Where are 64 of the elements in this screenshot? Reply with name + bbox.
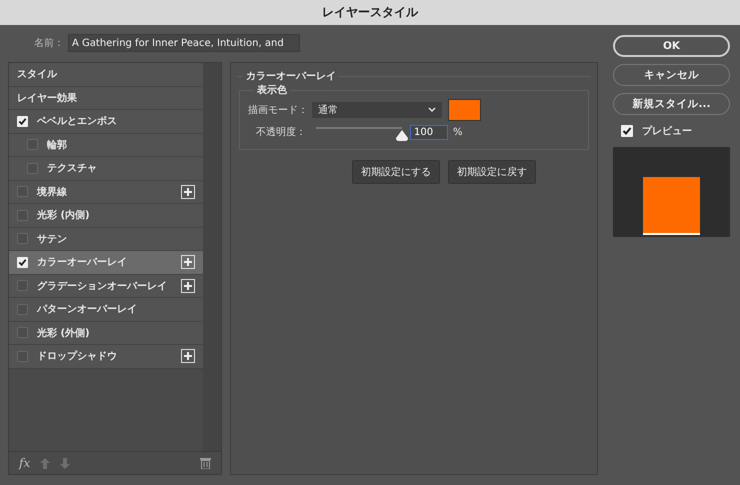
style-item[interactable]: 境界線 [9, 180, 203, 204]
checkbox[interactable] [17, 186, 28, 198]
style-item[interactable]: グラデーションオーバーレイ [9, 274, 203, 298]
checkbox[interactable] [27, 139, 38, 150]
arrow-up-icon[interactable] [40, 458, 50, 468]
style-label: レイヤー効果 [17, 92, 77, 105]
style-label: スタイル [17, 68, 57, 82]
checkbox[interactable] [17, 210, 28, 221]
opacity-field[interactable]: 100 [410, 124, 448, 140]
window-title: レイヤースタイル [322, 4, 418, 21]
style-label: グラデーションオーバーレイ [37, 280, 168, 293]
checkbox[interactable] [27, 162, 38, 174]
add-icon[interactable] [181, 184, 195, 199]
style-item[interactable]: サテン [9, 228, 203, 251]
trash-icon[interactable] [200, 457, 211, 469]
style-label: カラーオーバーレイ [37, 256, 128, 270]
checkbox[interactable] [17, 327, 28, 338]
arrow-down-icon[interactable] [60, 458, 70, 468]
opacity-label: 不透明度： [255, 126, 306, 139]
checkbox[interactable] [17, 280, 28, 292]
blend-mode-dropdown[interactable]: 通常 [312, 102, 442, 118]
default-button[interactable]: 初期設定にする [352, 160, 440, 184]
style-item[interactable]: カラーオーバーレイ [9, 251, 203, 274]
checkbox[interactable] [17, 233, 28, 244]
style-label: ドロップシャドウ [37, 349, 118, 364]
style-item[interactable]: パターンオーバーレイ [9, 298, 203, 322]
style-item[interactable]: ドロップシャドウ [9, 345, 203, 368]
fx-button[interactable]: fx [19, 456, 30, 470]
style-label: 境界線 [37, 185, 68, 199]
section-title: カラーオーバーレイ [245, 70, 337, 83]
chevron-down-icon [428, 107, 436, 113]
group-title: 表示色 [256, 84, 288, 97]
style-label: 輪郭 [47, 138, 68, 152]
action-button[interactable]: キャンセル [613, 64, 730, 86]
preview-checkbox[interactable] [621, 125, 633, 137]
default-button[interactable]: 初期設定に戻す [448, 160, 536, 184]
add-icon[interactable] [181, 278, 195, 293]
action-button[interactable]: OK [613, 35, 730, 57]
style-item[interactable]: 光彩 (外側) [9, 322, 203, 345]
name-field[interactable]: A Gathering for Inner Peace, Intuition, and [68, 34, 300, 52]
style-label: 光彩 (外側) [37, 326, 91, 340]
style-item[interactable]: レイヤー効果 [9, 86, 203, 110]
style-item[interactable]: 輪郭 [9, 134, 203, 157]
color-swatch[interactable] [448, 99, 481, 121]
style-item[interactable]: テクスチャ [9, 157, 203, 180]
action-button[interactable]: 新規スタイル... [613, 93, 730, 115]
add-icon[interactable] [181, 255, 195, 270]
add-icon[interactable] [181, 349, 195, 364]
style-label: ベベルとエンボス [37, 115, 118, 128]
style-label: 光彩 (内側) [37, 208, 91, 222]
style-item[interactable]: ベベルとエンボス [9, 110, 203, 134]
preview-swatch [643, 177, 700, 235]
checkbox[interactable] [17, 350, 28, 362]
style-label: パターンオーバーレイ [37, 303, 138, 316]
percent-label: % [453, 126, 463, 138]
style-label: サテン [37, 232, 68, 246]
checkbox[interactable] [17, 304, 28, 315]
slider-handle[interactable] [396, 130, 408, 141]
name-label: 名前： [34, 37, 64, 50]
style-item[interactable]: スタイル [9, 63, 203, 86]
style-item[interactable]: 光彩 (内側) [9, 204, 203, 228]
preview-label: プレビュー [642, 124, 692, 138]
style-label: テクスチャ [47, 162, 98, 176]
blend-mode-label: 描画モード： [248, 104, 306, 117]
